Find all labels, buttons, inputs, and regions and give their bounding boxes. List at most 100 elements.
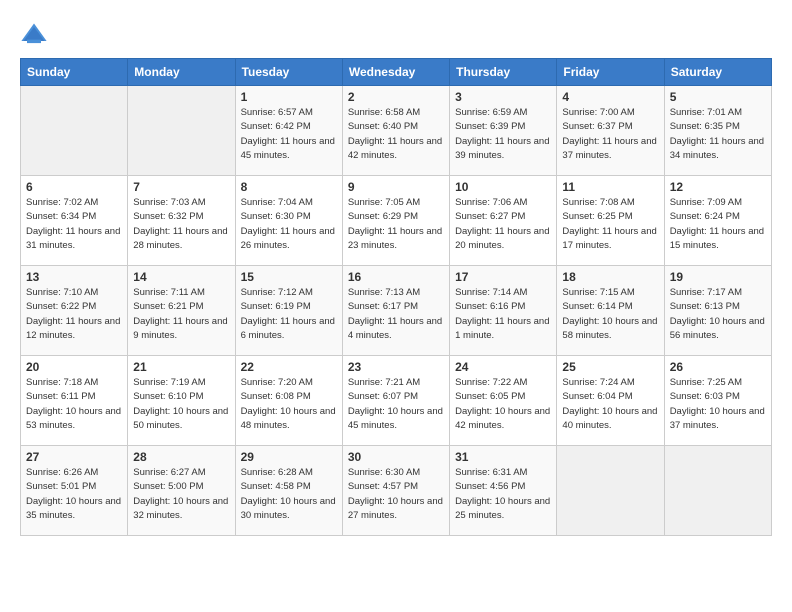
day-number: 7 bbox=[133, 180, 229, 194]
day-number: 8 bbox=[241, 180, 337, 194]
day-number: 24 bbox=[455, 360, 551, 374]
calendar-cell: 17 Sunrise: 7:14 AMSunset: 6:16 PMDaylig… bbox=[450, 266, 557, 356]
calendar-week-row: 1 Sunrise: 6:57 AMSunset: 6:42 PMDayligh… bbox=[21, 86, 772, 176]
calendar-cell: 1 Sunrise: 6:57 AMSunset: 6:42 PMDayligh… bbox=[235, 86, 342, 176]
calendar-week-row: 27 Sunrise: 6:26 AMSunset: 5:01 PMDaylig… bbox=[21, 446, 772, 536]
day-number: 26 bbox=[670, 360, 766, 374]
calendar-cell: 30 Sunrise: 6:30 AMSunset: 4:57 PMDaylig… bbox=[342, 446, 449, 536]
calendar-cell: 24 Sunrise: 7:22 AMSunset: 6:05 PMDaylig… bbox=[450, 356, 557, 446]
day-number: 19 bbox=[670, 270, 766, 284]
day-info: Sunrise: 7:04 AMSunset: 6:30 PMDaylight:… bbox=[241, 196, 337, 253]
calendar-cell: 18 Sunrise: 7:15 AMSunset: 6:14 PMDaylig… bbox=[557, 266, 664, 356]
calendar-cell: 26 Sunrise: 7:25 AMSunset: 6:03 PMDaylig… bbox=[664, 356, 771, 446]
day-number: 12 bbox=[670, 180, 766, 194]
day-number: 21 bbox=[133, 360, 229, 374]
calendar-cell: 19 Sunrise: 7:17 AMSunset: 6:13 PMDaylig… bbox=[664, 266, 771, 356]
day-number: 31 bbox=[455, 450, 551, 464]
day-info: Sunrise: 7:00 AMSunset: 6:37 PMDaylight:… bbox=[562, 106, 658, 163]
calendar-cell: 10 Sunrise: 7:06 AMSunset: 6:27 PMDaylig… bbox=[450, 176, 557, 266]
calendar-cell: 22 Sunrise: 7:20 AMSunset: 6:08 PMDaylig… bbox=[235, 356, 342, 446]
day-info: Sunrise: 6:57 AMSunset: 6:42 PMDaylight:… bbox=[241, 106, 337, 163]
day-number: 25 bbox=[562, 360, 658, 374]
calendar-cell: 25 Sunrise: 7:24 AMSunset: 6:04 PMDaylig… bbox=[557, 356, 664, 446]
calendar-cell: 23 Sunrise: 7:21 AMSunset: 6:07 PMDaylig… bbox=[342, 356, 449, 446]
calendar-cell bbox=[128, 86, 235, 176]
calendar-cell: 9 Sunrise: 7:05 AMSunset: 6:29 PMDayligh… bbox=[342, 176, 449, 266]
calendar-cell: 7 Sunrise: 7:03 AMSunset: 6:32 PMDayligh… bbox=[128, 176, 235, 266]
weekday-header-row: SundayMondayTuesdayWednesdayThursdayFrid… bbox=[21, 59, 772, 86]
day-number: 15 bbox=[241, 270, 337, 284]
calendar-cell: 27 Sunrise: 6:26 AMSunset: 5:01 PMDaylig… bbox=[21, 446, 128, 536]
calendar-cell: 28 Sunrise: 6:27 AMSunset: 5:00 PMDaylig… bbox=[128, 446, 235, 536]
day-number: 27 bbox=[26, 450, 122, 464]
calendar-cell: 21 Sunrise: 7:19 AMSunset: 6:10 PMDaylig… bbox=[128, 356, 235, 446]
day-number: 6 bbox=[26, 180, 122, 194]
calendar-cell: 16 Sunrise: 7:13 AMSunset: 6:17 PMDaylig… bbox=[342, 266, 449, 356]
day-info: Sunrise: 6:31 AMSunset: 4:56 PMDaylight:… bbox=[455, 466, 551, 523]
calendar-cell bbox=[557, 446, 664, 536]
day-info: Sunrise: 7:17 AMSunset: 6:13 PMDaylight:… bbox=[670, 286, 766, 343]
calendar-cell: 20 Sunrise: 7:18 AMSunset: 6:11 PMDaylig… bbox=[21, 356, 128, 446]
day-number: 23 bbox=[348, 360, 444, 374]
calendar-cell: 12 Sunrise: 7:09 AMSunset: 6:24 PMDaylig… bbox=[664, 176, 771, 266]
day-info: Sunrise: 7:25 AMSunset: 6:03 PMDaylight:… bbox=[670, 376, 766, 433]
calendar-cell: 11 Sunrise: 7:08 AMSunset: 6:25 PMDaylig… bbox=[557, 176, 664, 266]
day-number: 20 bbox=[26, 360, 122, 374]
day-number: 28 bbox=[133, 450, 229, 464]
day-info: Sunrise: 6:59 AMSunset: 6:39 PMDaylight:… bbox=[455, 106, 551, 163]
calendar-cell: 5 Sunrise: 7:01 AMSunset: 6:35 PMDayligh… bbox=[664, 86, 771, 176]
day-info: Sunrise: 7:11 AMSunset: 6:21 PMDaylight:… bbox=[133, 286, 229, 343]
day-number: 16 bbox=[348, 270, 444, 284]
day-info: Sunrise: 6:28 AMSunset: 4:58 PMDaylight:… bbox=[241, 466, 337, 523]
calendar-cell: 8 Sunrise: 7:04 AMSunset: 6:30 PMDayligh… bbox=[235, 176, 342, 266]
day-info: Sunrise: 6:58 AMSunset: 6:40 PMDaylight:… bbox=[348, 106, 444, 163]
day-number: 5 bbox=[670, 90, 766, 104]
day-info: Sunrise: 6:30 AMSunset: 4:57 PMDaylight:… bbox=[348, 466, 444, 523]
calendar-week-row: 6 Sunrise: 7:02 AMSunset: 6:34 PMDayligh… bbox=[21, 176, 772, 266]
day-info: Sunrise: 7:06 AMSunset: 6:27 PMDaylight:… bbox=[455, 196, 551, 253]
day-number: 30 bbox=[348, 450, 444, 464]
day-info: Sunrise: 7:22 AMSunset: 6:05 PMDaylight:… bbox=[455, 376, 551, 433]
weekday-header: Saturday bbox=[664, 59, 771, 86]
calendar-week-row: 13 Sunrise: 7:10 AMSunset: 6:22 PMDaylig… bbox=[21, 266, 772, 356]
day-info: Sunrise: 7:12 AMSunset: 6:19 PMDaylight:… bbox=[241, 286, 337, 343]
day-info: Sunrise: 7:18 AMSunset: 6:11 PMDaylight:… bbox=[26, 376, 122, 433]
calendar-cell: 15 Sunrise: 7:12 AMSunset: 6:19 PMDaylig… bbox=[235, 266, 342, 356]
day-number: 1 bbox=[241, 90, 337, 104]
day-info: Sunrise: 7:14 AMSunset: 6:16 PMDaylight:… bbox=[455, 286, 551, 343]
calendar-week-row: 20 Sunrise: 7:18 AMSunset: 6:11 PMDaylig… bbox=[21, 356, 772, 446]
day-number: 10 bbox=[455, 180, 551, 194]
day-info: Sunrise: 7:21 AMSunset: 6:07 PMDaylight:… bbox=[348, 376, 444, 433]
day-number: 9 bbox=[348, 180, 444, 194]
day-number: 13 bbox=[26, 270, 122, 284]
day-number: 4 bbox=[562, 90, 658, 104]
day-number: 2 bbox=[348, 90, 444, 104]
weekday-header: Monday bbox=[128, 59, 235, 86]
day-info: Sunrise: 7:02 AMSunset: 6:34 PMDaylight:… bbox=[26, 196, 122, 253]
calendar-cell: 3 Sunrise: 6:59 AMSunset: 6:39 PMDayligh… bbox=[450, 86, 557, 176]
day-info: Sunrise: 7:24 AMSunset: 6:04 PMDaylight:… bbox=[562, 376, 658, 433]
day-info: Sunrise: 6:27 AMSunset: 5:00 PMDaylight:… bbox=[133, 466, 229, 523]
day-number: 22 bbox=[241, 360, 337, 374]
weekday-header: Wednesday bbox=[342, 59, 449, 86]
day-number: 18 bbox=[562, 270, 658, 284]
weekday-header: Thursday bbox=[450, 59, 557, 86]
day-info: Sunrise: 7:05 AMSunset: 6:29 PMDaylight:… bbox=[348, 196, 444, 253]
day-info: Sunrise: 7:09 AMSunset: 6:24 PMDaylight:… bbox=[670, 196, 766, 253]
calendar-table: SundayMondayTuesdayWednesdayThursdayFrid… bbox=[20, 58, 772, 536]
calendar-cell: 13 Sunrise: 7:10 AMSunset: 6:22 PMDaylig… bbox=[21, 266, 128, 356]
calendar-cell: 6 Sunrise: 7:02 AMSunset: 6:34 PMDayligh… bbox=[21, 176, 128, 266]
weekday-header: Sunday bbox=[21, 59, 128, 86]
day-info: Sunrise: 7:19 AMSunset: 6:10 PMDaylight:… bbox=[133, 376, 229, 433]
day-info: Sunrise: 7:20 AMSunset: 6:08 PMDaylight:… bbox=[241, 376, 337, 433]
day-number: 29 bbox=[241, 450, 337, 464]
day-info: Sunrise: 6:26 AMSunset: 5:01 PMDaylight:… bbox=[26, 466, 122, 523]
day-info: Sunrise: 7:10 AMSunset: 6:22 PMDaylight:… bbox=[26, 286, 122, 343]
calendar-cell bbox=[664, 446, 771, 536]
day-info: Sunrise: 7:03 AMSunset: 6:32 PMDaylight:… bbox=[133, 196, 229, 253]
day-info: Sunrise: 7:08 AMSunset: 6:25 PMDaylight:… bbox=[562, 196, 658, 253]
day-info: Sunrise: 7:01 AMSunset: 6:35 PMDaylight:… bbox=[670, 106, 766, 163]
logo-icon bbox=[20, 20, 48, 48]
page-header bbox=[20, 20, 772, 48]
day-number: 3 bbox=[455, 90, 551, 104]
